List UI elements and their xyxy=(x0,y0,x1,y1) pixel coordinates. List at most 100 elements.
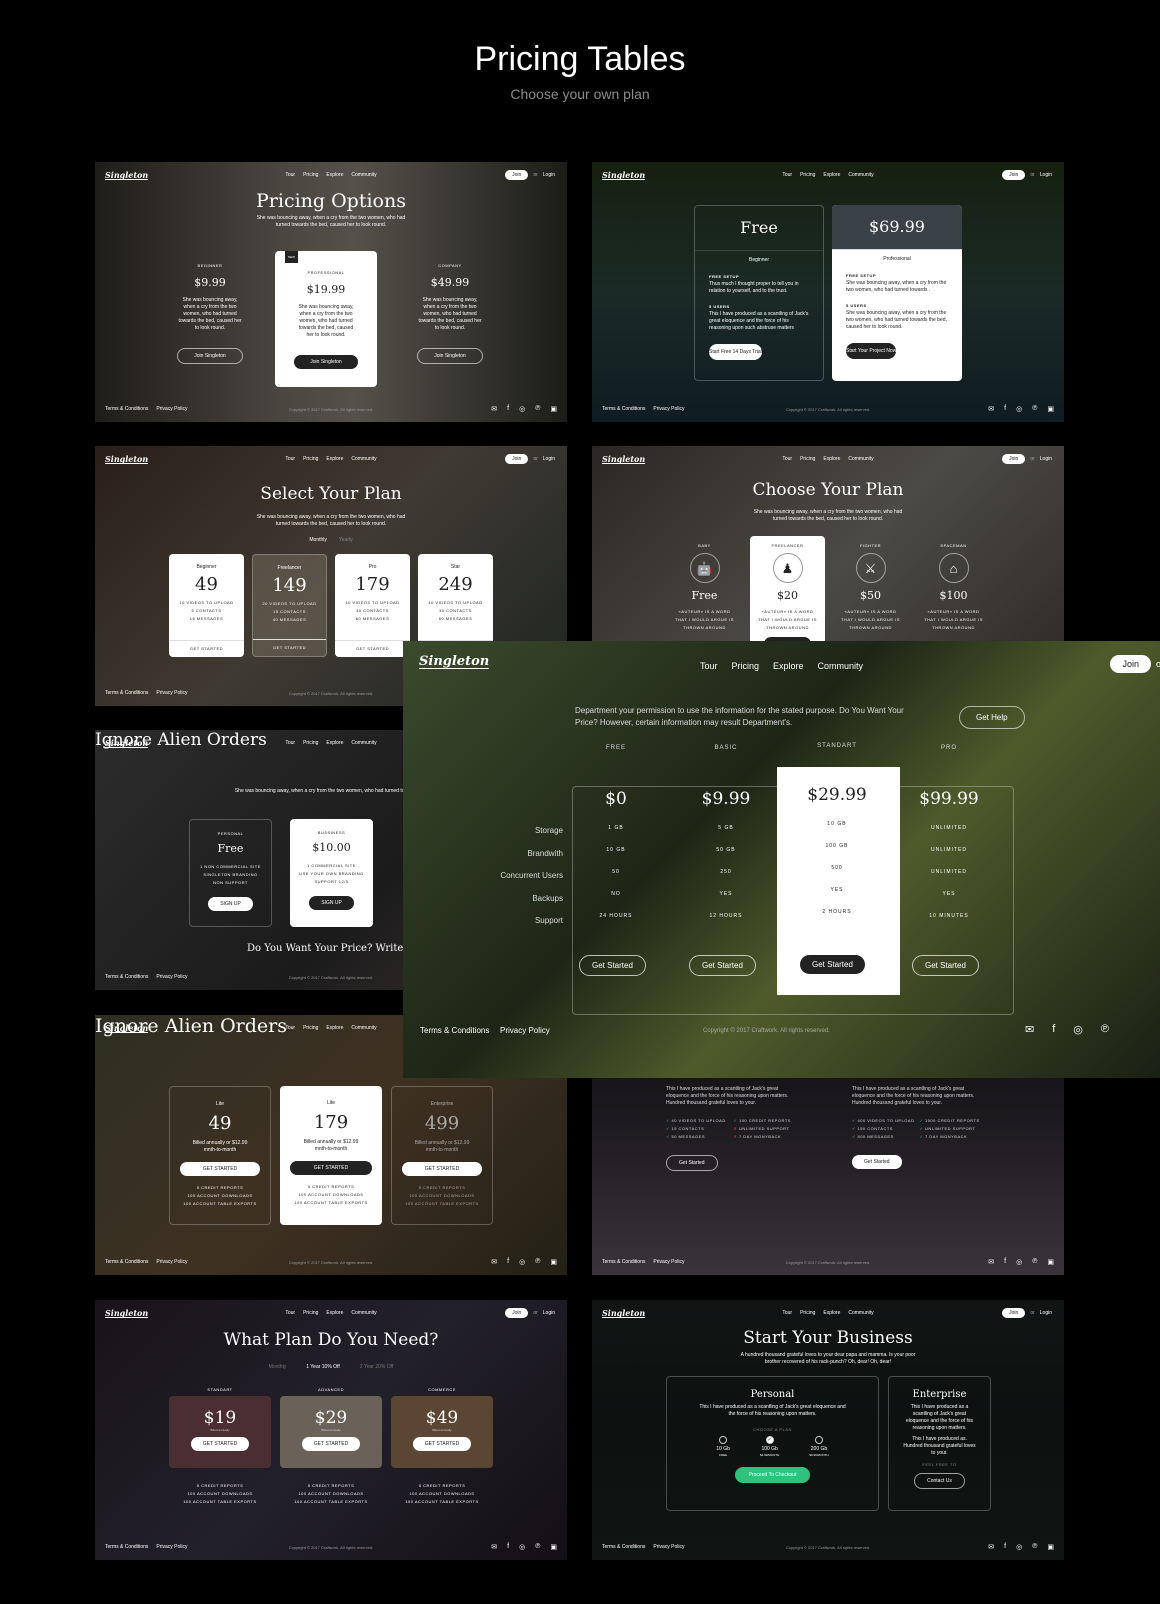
login-link[interactable]: Login xyxy=(1040,172,1052,178)
nav-link-tour[interactable]: Tour xyxy=(782,1310,792,1316)
nav-link-community[interactable]: Community xyxy=(848,172,873,178)
nav-link-explore[interactable]: Explore xyxy=(773,661,804,671)
instagram-icon[interactable]: ◎ xyxy=(1016,1258,1022,1266)
twitter-icon[interactable]: ▣ xyxy=(1047,405,1054,413)
facebook-icon[interactable]: f xyxy=(1004,405,1006,413)
facebook-icon[interactable]: f xyxy=(1004,1258,1006,1266)
pinterest-icon[interactable]: ℗ xyxy=(1032,1258,1037,1266)
pinterest-icon[interactable]: ℗ xyxy=(1101,1023,1109,1036)
twitter-icon[interactable]: ▣ xyxy=(1047,1258,1054,1266)
pinterest-icon[interactable]: ℗ xyxy=(535,405,540,413)
sign-up-button[interactable]: SIGN UP xyxy=(208,897,253,911)
nav-link-community[interactable]: Community xyxy=(848,1310,873,1316)
twitter-icon[interactable]: ▣ xyxy=(550,1543,557,1551)
get-started-button[interactable]: Get Started xyxy=(912,955,979,976)
facebook-icon[interactable]: f xyxy=(507,1543,509,1551)
join-button[interactable]: Join xyxy=(1002,454,1026,464)
get-started-button[interactable]: Get Started xyxy=(689,955,756,976)
join-button[interactable]: Join xyxy=(1002,1308,1026,1318)
facebook-icon[interactable]: f xyxy=(507,1258,509,1266)
storage-option[interactable]: ✓ 100 Gb $4.99/MONTH xyxy=(760,1436,779,1457)
nav-link-community[interactable]: Community xyxy=(351,740,376,746)
twitter-icon[interactable]: ▣ xyxy=(550,405,557,413)
join-singleton-button[interactable]: Join Singleton xyxy=(177,348,243,364)
nav-link-community[interactable]: Community xyxy=(818,661,864,671)
nav-link-explore[interactable]: Explore xyxy=(326,1310,343,1316)
toggle-option[interactable]: 2 Year 20% Off xyxy=(360,1364,394,1370)
instagram-icon[interactable]: ◎ xyxy=(519,1258,525,1266)
join-button[interactable]: Join xyxy=(505,1308,529,1318)
storage-option[interactable]: 10 Gb FREE xyxy=(716,1436,730,1457)
nav-link-pricing[interactable]: Pricing xyxy=(800,172,815,178)
instagram-icon[interactable]: ◎ xyxy=(1016,405,1022,413)
nav-link-community[interactable]: Community xyxy=(848,456,873,462)
mail-icon[interactable]: ✉ xyxy=(491,1258,497,1266)
nav-link-pricing[interactable]: Pricing xyxy=(303,740,318,746)
storage-option[interactable]: 200 Gb $9.99/MONTH xyxy=(809,1436,829,1457)
login-link[interactable]: Login xyxy=(543,172,555,178)
radio-icon[interactable] xyxy=(814,1436,823,1444)
nav-link-pricing[interactable]: Pricing xyxy=(800,1310,815,1316)
mail-icon[interactable]: ✉ xyxy=(1025,1023,1034,1036)
mail-icon[interactable]: ✉ xyxy=(491,405,497,413)
get-started-button[interactable]: GET STARTED xyxy=(412,1437,472,1451)
login-link[interactable]: Login xyxy=(543,1310,555,1316)
pinterest-icon[interactable]: ℗ xyxy=(535,1543,540,1551)
cta-button[interactable]: Start Free 14 Days Trial xyxy=(709,344,762,360)
nav-link-community[interactable]: Community xyxy=(351,172,376,178)
nav-link-explore[interactable]: Explore xyxy=(326,740,343,746)
toggle-monthly[interactable]: Monthly xyxy=(309,537,327,543)
nav-link-explore[interactable]: Explore xyxy=(326,172,343,178)
login-link[interactable]: Login xyxy=(543,456,555,462)
mail-icon[interactable]: ✉ xyxy=(491,1543,497,1551)
nav-link-tour[interactable]: Tour xyxy=(782,172,792,178)
nav-link-pricing[interactable]: Pricing xyxy=(303,172,318,178)
nav-link-explore[interactable]: Explore xyxy=(823,456,840,462)
get-started-button[interactable]: Get Started xyxy=(800,955,865,974)
toggle-yearly[interactable]: Yearly xyxy=(339,537,353,543)
join-button[interactable]: Join xyxy=(1002,170,1026,180)
get-started-button[interactable]: GET STARTED xyxy=(402,1162,482,1176)
facebook-icon[interactable]: f xyxy=(507,405,509,413)
nav-link-pricing[interactable]: Pricing xyxy=(303,1310,318,1316)
facebook-icon[interactable]: f xyxy=(1052,1023,1055,1036)
mail-icon[interactable]: ✉ xyxy=(988,1258,994,1266)
nav-link-pricing[interactable]: Pricing xyxy=(731,661,759,671)
radio-checked-icon[interactable]: ✓ xyxy=(765,1436,774,1444)
twitter-icon[interactable]: ▣ xyxy=(1047,1543,1054,1551)
nav-link-explore[interactable]: Explore xyxy=(326,1025,343,1031)
join-button[interactable]: Join xyxy=(505,454,529,464)
nav-link-tour[interactable]: Tour xyxy=(285,456,295,462)
mail-icon[interactable]: ✉ xyxy=(988,1543,994,1551)
instagram-icon[interactable]: ◎ xyxy=(519,1543,525,1551)
nav-link-tour[interactable]: Tour xyxy=(285,740,295,746)
get-started-button[interactable]: GET STARTED xyxy=(253,639,326,656)
toggle-option[interactable]: 1 Year 10% Off xyxy=(306,1364,340,1370)
get-started-button[interactable]: GET STARTED xyxy=(180,1162,260,1176)
nav-link-pricing[interactable]: Pricing xyxy=(800,456,815,462)
nav-link-explore[interactable]: Explore xyxy=(326,456,343,462)
pinterest-icon[interactable]: ℗ xyxy=(535,1258,540,1266)
pinterest-icon[interactable]: ℗ xyxy=(1032,1543,1037,1551)
join-singleton-button[interactable]: Join Singleton xyxy=(294,355,358,369)
nav-link-tour[interactable]: Tour xyxy=(285,172,295,178)
get-started-button[interactable]: GET STARTED xyxy=(301,1437,361,1451)
get-started-button[interactable]: GET STARTED xyxy=(290,1161,372,1175)
login-link[interactable]: Login xyxy=(1040,1310,1052,1316)
pinterest-icon[interactable]: ℗ xyxy=(1032,405,1037,413)
get-started-button[interactable]: Get Started xyxy=(579,955,646,976)
nav-link-community[interactable]: Community xyxy=(351,1310,376,1316)
toggle-option[interactable]: Monthly xyxy=(269,1364,287,1370)
radio-icon[interactable] xyxy=(719,1436,728,1444)
nav-link-explore[interactable]: Explore xyxy=(823,1310,840,1316)
get-started-button[interactable]: GET STARTED xyxy=(335,640,410,657)
mail-icon[interactable]: ✉ xyxy=(988,405,994,413)
privacy-link[interactable]: Privacy Policy xyxy=(500,1026,550,1035)
nav-link-tour[interactable]: Tour xyxy=(782,456,792,462)
nav-link-explore[interactable]: Explore xyxy=(823,172,840,178)
nav-link-tour[interactable]: Tour xyxy=(700,661,718,671)
join-button[interactable]: Join xyxy=(1110,655,1151,673)
contact-us-button[interactable]: Contact Us xyxy=(914,1473,965,1489)
get-started-button[interactable]: GET STARTED xyxy=(169,640,244,657)
twitter-icon[interactable]: ▣ xyxy=(550,1258,557,1266)
